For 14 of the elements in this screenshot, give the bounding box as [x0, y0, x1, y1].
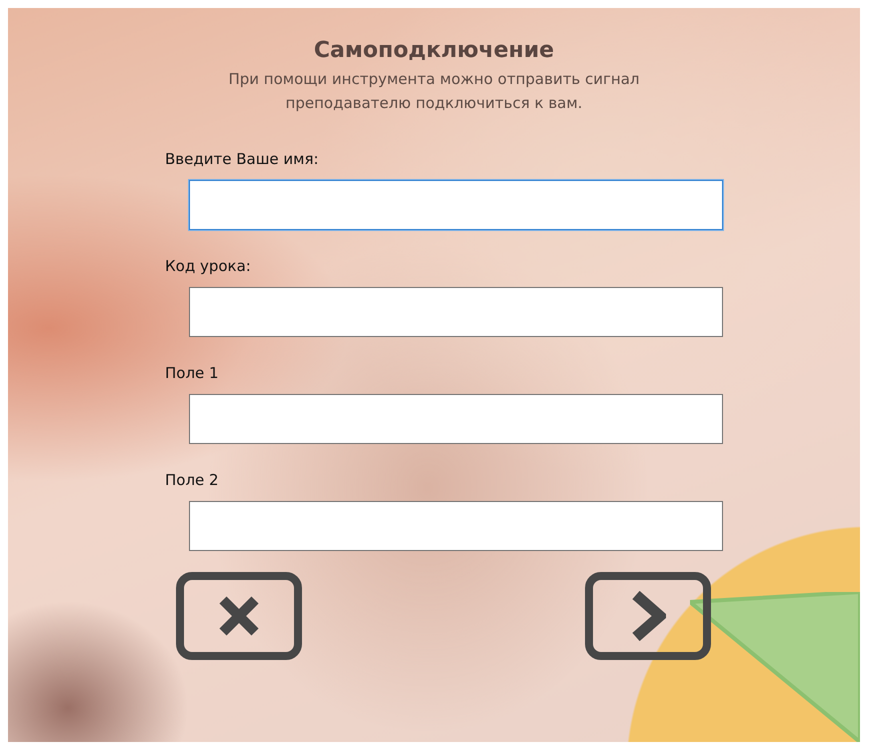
next-button[interactable]	[585, 572, 711, 660]
dialog-title: Самоподключение	[314, 38, 554, 63]
input-field[interactable]	[189, 180, 723, 230]
field-label: Поле 2	[165, 470, 220, 490]
close-icon	[217, 594, 261, 638]
input-field[interactable]	[189, 394, 723, 444]
field-label: Поле 1	[165, 363, 220, 383]
cancel-button[interactable]	[176, 572, 302, 660]
dialog-subtitle: При помощи инструмента можно отправить сигнал преподавателю подключиться к вам.	[227, 69, 641, 114]
field-label: Код урока:	[165, 256, 252, 276]
field-label: Введите Ваше имя:	[165, 149, 320, 169]
chevron-right-icon	[630, 591, 666, 641]
input-field[interactable]	[189, 501, 723, 551]
input-field[interactable]	[189, 287, 723, 337]
